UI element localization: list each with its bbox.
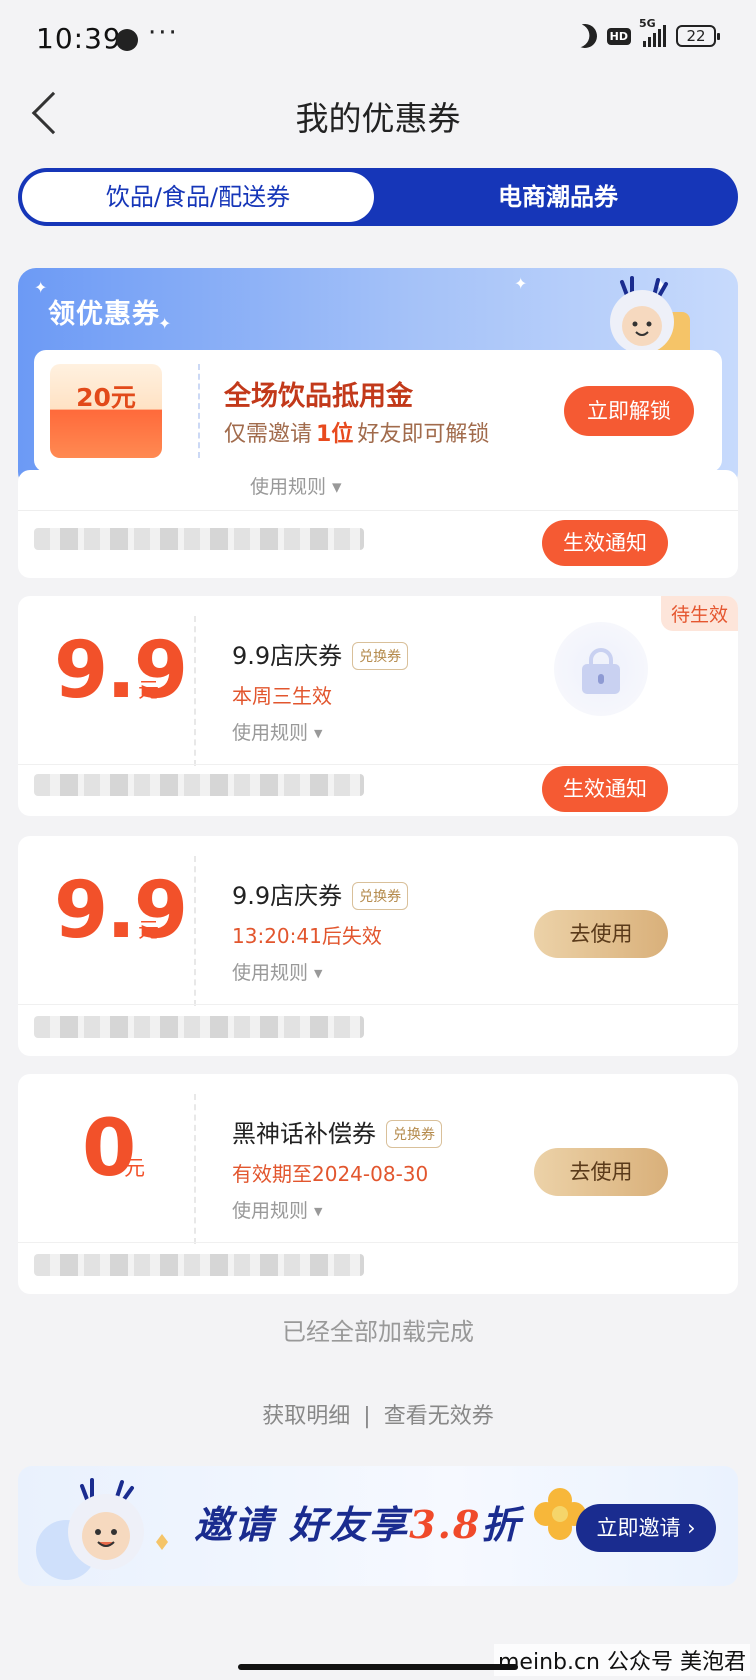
divider [18, 764, 738, 765]
use-coupon-button[interactable]: 去使用 [534, 910, 668, 958]
link-separator: | [363, 1404, 371, 1429]
lock-icon [554, 622, 648, 716]
status-time: 10:39 [36, 22, 122, 55]
coupon-expiry-countdown: 13:20:41后失效 [232, 924, 382, 948]
sparkle-icon: ✦ [514, 274, 528, 293]
coupon-name: 黑神话补偿券 兑换券 [232, 1114, 442, 1149]
coupon-status: 本周三生效 [232, 684, 332, 708]
status-bar: 10:39 ··· HD 5G 22 [0, 0, 756, 80]
divider [194, 616, 196, 766]
promo-desc-prefix: 仅需邀请 [224, 422, 313, 447]
coupon-tag: 兑换券 [352, 642, 409, 670]
redacted-info [34, 1254, 364, 1276]
activation-notify-button[interactable]: 生效通知 [542, 520, 668, 566]
coupon-name: 9.9店庆券 兑换券 [232, 876, 409, 911]
status-icons: HD 5G 22 [573, 17, 720, 48]
mascot-illustration [36, 1478, 168, 1580]
envelope-amount: 20元 [76, 383, 136, 412]
coupon-tag: 兑换券 [352, 882, 409, 910]
divider [198, 364, 200, 458]
coupon-unit: 元 [124, 1156, 145, 1180]
unlock-button[interactable]: 立即解锁 [564, 386, 694, 436]
coupon-tag: 兑换券 [386, 1120, 442, 1148]
more-notifications-icon: ··· [148, 18, 179, 48]
promo-title: 领优惠券 [48, 299, 160, 330]
promo-headline: 全场饮品抵用金 [224, 381, 413, 412]
promo-desc-suffix: 好友即可解锁 [357, 422, 490, 447]
details-link[interactable]: 获取明细 [262, 1404, 350, 1429]
app-indicator-icon [116, 29, 138, 51]
battery-icon: 22 [676, 25, 720, 47]
activation-notify-button[interactable]: 生效通知 [542, 766, 668, 812]
header: 我的优惠券 [0, 80, 756, 152]
tab-ecommerce[interactable]: 电商潮品券 [388, 168, 728, 226]
divider [194, 856, 196, 1006]
watermark: meinb.cn 公众号 美泡君 [493, 1644, 750, 1676]
divider [194, 1094, 196, 1244]
coupon-card: 使用规则 ▾ 生效通知 [18, 470, 738, 578]
footer-links: 获取明细 | 查看无效券 [0, 1398, 756, 1430]
promo-desc-highlight: 1位 [316, 422, 354, 447]
tab-drinks-food-delivery[interactable]: 饮品/食品/配送券 [22, 172, 374, 222]
hd-icon: HD [606, 27, 631, 45]
sparkle-icon: ✦ [158, 314, 172, 333]
coupon-card: 9.9 元 9.9店庆券 兑换券 本周三生效 使用规则 ▼ 待生效 生效通知 [18, 596, 738, 816]
redacted-info [34, 1016, 364, 1038]
coupon-amount: 9.9 [54, 626, 188, 716]
divider [18, 1004, 738, 1005]
coupon-card: 9.9 元 9.9店庆券 兑换券 13:20:41后失效 使用规则 ▼ 去使用 [18, 836, 738, 1056]
divider [18, 510, 738, 511]
usage-rules-link[interactable]: 使用规则 ▼ [232, 718, 322, 745]
use-coupon-button[interactable]: 去使用 [534, 1148, 668, 1196]
promo-offer: 20元 全场饮品抵用金 仅需邀请 1位 好友即可解锁 立即解锁 [34, 350, 722, 472]
page-title: 我的优惠券 [295, 99, 461, 138]
list-end-message: 已经全部加载完成 [282, 1318, 474, 1346]
invalid-coupons-link[interactable]: 查看无效券 [384, 1404, 494, 1429]
coupon-unit: 元 [138, 678, 159, 702]
signal-icon: 5G [639, 17, 666, 47]
network-type: 5G [639, 17, 656, 30]
invite-banner[interactable]: 邀请 好友享3.8折 立即邀请 › [18, 1466, 738, 1586]
usage-rules-link[interactable]: 使用规则 ▼ [232, 958, 322, 985]
divider [18, 1242, 738, 1243]
coupon-unit: 元 [138, 918, 159, 942]
do-not-disturb-icon [569, 21, 600, 52]
sparkle-icon: ✦ [34, 278, 48, 297]
status-badge: 待生效 [660, 596, 738, 631]
promo-description: 仅需邀请 1位 好友即可解锁 [224, 416, 489, 448]
usage-rules-link[interactable]: 使用规则 ▾ [250, 472, 342, 499]
coupon-name: 9.9店庆券 兑换券 [232, 636, 409, 671]
home-indicator[interactable] [238, 1664, 518, 1670]
coupon-amount: 9.9 [54, 866, 188, 956]
coupon-type-tabs: 饮品/食品/配送券 电商潮品券 [18, 168, 738, 226]
promo-card: 领优惠券 ✦ ✦ ✦ ✦ 20元 全场饮品抵用金 仅需邀请 1位 好友即可解锁 立即… [18, 268, 738, 490]
invite-now-button[interactable]: 立即邀请 › [576, 1504, 716, 1552]
redacted-info [34, 774, 364, 796]
coupon-validity: 有效期至2024-08-30 [232, 1162, 429, 1186]
usage-rules-link[interactable]: 使用规则 ▼ [232, 1196, 322, 1223]
coupon-card: 0 元 黑神话补偿券 兑换券 有效期至2024-08-30 使用规则 ▼ 去使用 [18, 1074, 738, 1294]
red-envelope-icon: 20元 [50, 364, 162, 458]
redacted-info [34, 528, 364, 550]
invite-text: 邀请 好友享3.8折 [194, 1502, 522, 1547]
